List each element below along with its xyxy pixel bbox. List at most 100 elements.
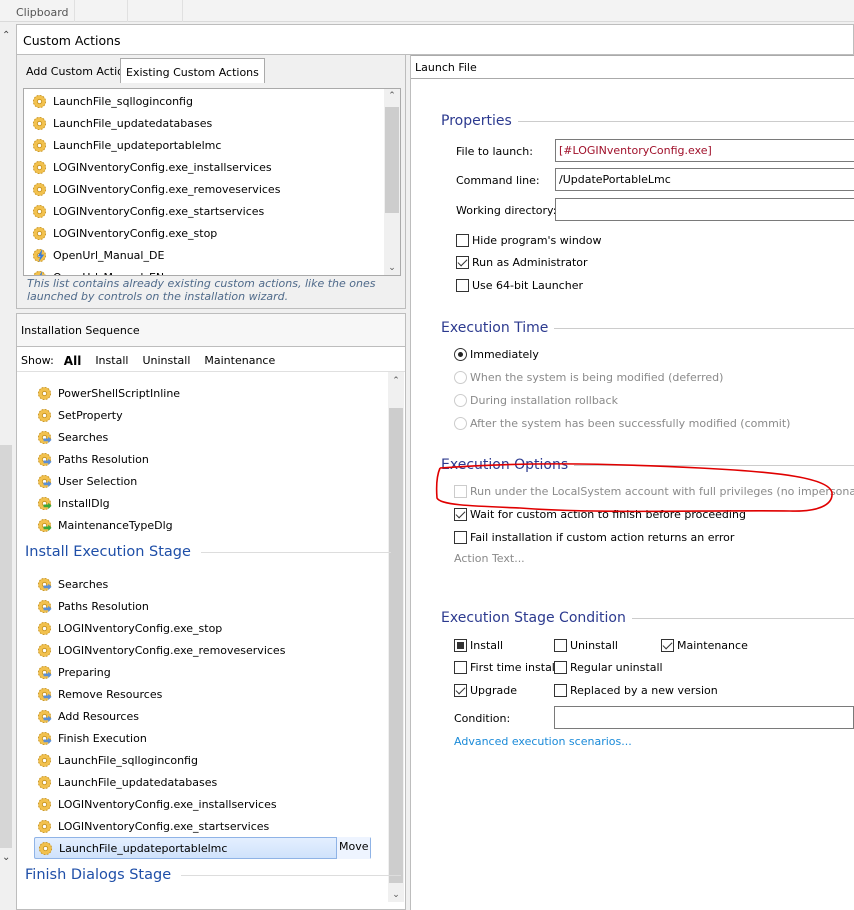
collapse-up-icon[interactable]: ⌃ [2,30,10,41]
existing-actions-list: ⌃ ⌄ LaunchFile_sqlloginconfig LaunchFile_… [23,88,401,276]
hide-window-checkbox[interactable]: Hide program's window [456,234,602,247]
list-item-label: Add Resources [58,709,139,723]
list-item[interactable]: LaunchFile_updatedatabases [37,771,217,793]
uninstall-checkbox[interactable]: Uninstall [554,639,618,652]
list-item[interactable]: InstallDlg [37,492,110,514]
list-item[interactable]: LaunchFile_sqlloginconfig [37,749,198,771]
gear-icon [37,621,52,635]
standard-action-icon [37,599,52,613]
wait-finish-checkbox[interactable]: Wait for custom action to finish before … [454,508,746,521]
execution-stage-condition-heading: Execution Stage Condition [441,610,854,626]
replaced-checkbox[interactable]: Replaced by a new version [554,684,718,697]
show-label: Show: [21,354,54,367]
list-item[interactable]: LOGINventoryConfig.exe_removeservices [32,178,280,200]
list-item[interactable]: Remove Resources [37,683,162,705]
list-item[interactable]: Searches [37,426,108,448]
list-item[interactable]: User Selection [37,470,137,492]
working-directory-input[interactable] [555,198,854,221]
list-item[interactable]: LOGINventoryConfig.exe_installservices [37,793,277,815]
left-scroll-strip[interactable] [0,445,12,848]
list-item[interactable]: LOGINventoryConfig.exe_removeservices [37,639,285,661]
gear-icon [32,182,47,196]
list-item-label: Preparing [58,665,111,679]
command-line-input[interactable]: /UpdatePortableLmc [555,168,854,191]
condition-input[interactable] [554,706,854,729]
upgrade-checkbox[interactable]: Upgrade [454,684,517,697]
gear-icon [32,116,47,130]
list-item[interactable]: LOGINventoryConfig.exe_stop [37,617,222,639]
launch-file-panel: Launch File Properties File to launch: [… [410,55,854,910]
filter-uninstall[interactable]: Uninstall [142,354,190,368]
sequence-scrollbar[interactable]: ⌃ ⌄ [388,372,404,902]
install-execution-stage-heading: Install Execution Stage [25,544,391,560]
list-item[interactable]: LOGINventoryConfig.exe_stop [32,222,217,244]
scrollbar[interactable]: ⌃ ⌄ [384,89,400,275]
file-to-launch-input[interactable]: [#LOGINventoryConfig.exe] [555,139,854,162]
filter-all[interactable]: All [64,354,82,368]
list-item[interactable]: SetProperty [37,404,123,426]
advanced-scenarios-link[interactable]: Advanced execution scenarios... [454,735,632,748]
list-item[interactable]: Add Resources [37,705,139,727]
list-item-label: LOGINventoryConfig.exe_removeservices [58,643,286,657]
standard-action-icon [37,687,52,701]
gear-icon [37,797,52,811]
radio-deferred[interactable]: When the system is being modified (defer… [454,371,723,384]
regular-uninstall-checkbox[interactable]: Regular uninstall [554,661,663,674]
execution-options-heading: Execution Options [441,457,854,473]
dialog-action-icon [37,518,52,532]
list-item[interactable]: Finish Execution [37,727,147,749]
tab-existing-custom-actions[interactable]: Existing Custom Actions [120,58,265,83]
standard-action-icon [37,577,52,591]
list-item-label: Finish Execution [58,731,147,745]
list-item[interactable]: Searches [37,573,108,595]
filter-install[interactable]: Install [95,354,128,368]
list-item[interactable]: LaunchFile_updatedatabases [32,112,212,134]
list-item-label: LaunchFile_sqlloginconfig [58,753,198,767]
list-item[interactable]: Preparing [37,661,111,683]
radio-rollback[interactable]: During installation rollback [454,394,618,407]
list-item[interactable]: LOGINventoryConfig.exe_startservices [32,200,264,222]
list-item[interactable]: PowerShellScriptInline [37,382,180,404]
list-item[interactable]: OpenUrl_Manual_DE [32,244,164,266]
file-to-launch-label: File to launch: [456,145,533,158]
gear-icon [37,386,52,400]
list-item[interactable]: LaunchFile_sqlloginconfig [32,90,193,112]
tab-add-custom-action[interactable]: Add Custom Action [21,58,136,83]
chevron-down-icon[interactable]: ⌄ [2,852,10,863]
list-item[interactable]: Paths Resolution [37,448,149,470]
ribbon [0,0,854,22]
list-item[interactable]: LaunchFile_updateportablelmc [32,134,221,156]
radio-immediately[interactable]: Immediately [454,348,539,361]
localsystem-checkbox[interactable]: Run under the LocalSystem account with f… [454,485,854,498]
show-filter: Show: All Install Uninstall Maintenance [21,354,289,368]
list-item-label: User Selection [58,474,138,488]
list-item-label: SetProperty [58,408,123,422]
action-text-link[interactable]: Action Text... [454,552,525,565]
fail-on-error-checkbox[interactable]: Fail installation if custom action retur… [454,531,734,544]
use-64bit-launcher-checkbox[interactable]: Use 64-bit Launcher [456,279,583,292]
list-item-label: MaintenanceTypeDlg [58,518,173,532]
install-checkbox[interactable]: Install [454,639,503,652]
list-item[interactable]: Paths Resolution [37,595,149,617]
list-item-label: LOGINventoryConfig.exe_startservices [53,204,265,218]
standard-action-icon [37,452,52,466]
run-as-admin-checkbox[interactable]: Run as Administrator [456,256,588,269]
gear-icon [37,819,52,833]
list-item[interactable]: LaunchFile_updateportablelmc Move [34,837,371,859]
list-item[interactable]: LOGINventoryConfig.exe_startservices [37,815,269,837]
list-item[interactable]: MaintenanceTypeDlg [37,514,173,536]
gear-icon [32,138,47,152]
list-item-label: LaunchFile_updatedatabases [58,775,218,789]
gear-icon [38,841,53,855]
list-item[interactable]: OpenUrl_Manual_EN [32,266,164,275]
maintenance-checkbox[interactable]: Maintenance [661,639,748,652]
gear-icon [32,226,47,240]
list-item-label: LaunchFile_sqlloginconfig [53,94,193,108]
list-item[interactable]: LOGINventoryConfig.exe_installservices [32,156,272,178]
filter-maintenance[interactable]: Maintenance [204,354,275,368]
finish-dialogs-stage-heading: Finish Dialogs Stage [25,867,402,883]
radio-commit[interactable]: After the system has been successfully m… [454,417,790,430]
first-time-install-checkbox[interactable]: First time install [454,661,558,674]
working-directory-label: Working directory: [456,204,557,217]
move-button[interactable]: Move [336,837,370,859]
